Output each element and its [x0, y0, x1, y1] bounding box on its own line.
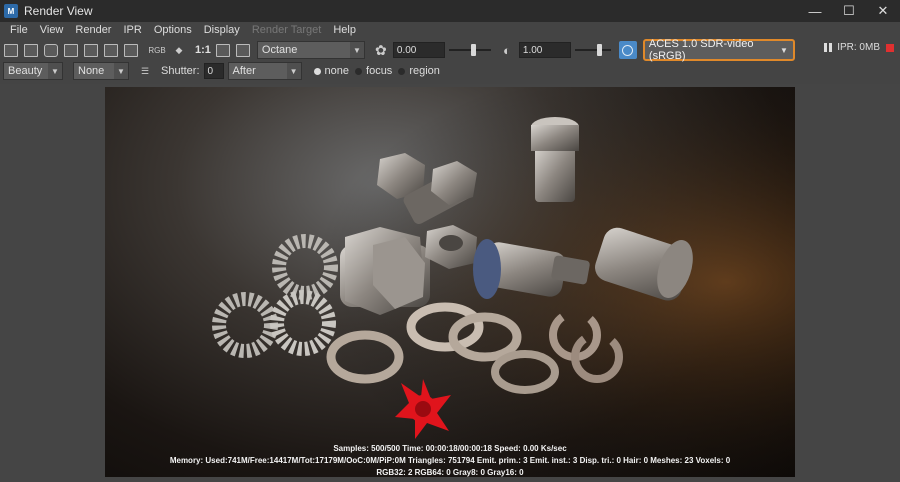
chevron-down-icon: ▼ — [114, 63, 128, 79]
exposure-slider-track — [448, 49, 491, 51]
radio-region-label: region — [409, 65, 440, 77]
refresh-ipr-icon[interactable] — [83, 42, 99, 58]
render-image[interactable]: Samples: 500/500 Time: 00:00:18/00:00:18… — [105, 87, 795, 477]
colorspace-select[interactable]: ACES 1.0 SDR-video (sRGB) ▼ — [642, 38, 795, 62]
chevron-down-icon: ▼ — [48, 63, 62, 79]
render-sequence-icon[interactable] — [103, 42, 119, 58]
aperture-icon[interactable]: ✿ — [373, 42, 389, 58]
radio-region[interactable] — [398, 67, 406, 75]
toolbar: RGB ◆ 1:1 Octane ▼ ✿ 0.00 ◐ 1.00 ACES 1.… — [0, 38, 900, 62]
gamma-icon[interactable]: ◐ — [499, 42, 515, 58]
stats-samples: Samples: 500/500 Time: 00:00:18/00:00:18… — [333, 444, 567, 453]
shutter-label: Shutter: — [161, 65, 200, 77]
list-icon[interactable]: ☰ — [137, 63, 153, 79]
menu-help[interactable]: Help — [327, 24, 362, 36]
exposure-slider-thumb[interactable] — [470, 44, 476, 56]
renderer-value: Octane — [261, 44, 298, 56]
ipr-icon[interactable] — [123, 42, 139, 58]
close-button[interactable]: ✕ — [866, 0, 900, 22]
render-region-icon[interactable] — [23, 42, 39, 58]
shutter-mode-value: After — [232, 65, 256, 77]
render-scene — [105, 87, 795, 477]
menu-render[interactable]: Render — [69, 24, 117, 36]
radio-none[interactable] — [313, 67, 321, 75]
gamma-slider-track — [574, 49, 611, 51]
secondary-pass-select[interactable]: None ▼ — [73, 62, 129, 80]
redo-render-icon[interactable] — [3, 42, 19, 58]
menu-render-target[interactable]: Render Target — [246, 24, 328, 36]
bolt-standing — [531, 117, 579, 202]
radio-none-label: none — [324, 65, 350, 77]
menu-ipr[interactable]: IPR — [117, 24, 147, 36]
shutter-mode-select[interactable]: After ▼ — [227, 62, 302, 80]
menu-display[interactable]: Display — [198, 24, 246, 36]
radio-focus-label: focus — [366, 65, 393, 77]
menu-options[interactable]: Options — [148, 24, 198, 36]
exposure-slider[interactable] — [448, 42, 491, 58]
stats-memory: Memory: Used:741M/Free:14417M/Tot:17179M… — [169, 456, 731, 465]
menu-view[interactable]: View — [34, 24, 70, 36]
window-title: Render View — [24, 4, 93, 18]
radio-focus[interactable] — [355, 67, 363, 75]
title-bar: M Render View — ☐ ✕ — [0, 0, 900, 22]
stop-icon[interactable] — [886, 43, 894, 52]
chevron-down-icon: ▼ — [349, 42, 364, 58]
chevron-down-icon: ▼ — [286, 63, 301, 79]
exposure-field[interactable]: 0.00 — [392, 42, 445, 58]
alpha-channel-icon[interactable]: ◆ — [171, 42, 187, 58]
rgb-channel-icon[interactable]: RGB — [147, 42, 167, 58]
gamma-field[interactable]: 1.00 — [518, 42, 571, 58]
shutter-field[interactable]: 0 — [203, 63, 224, 79]
ipr-status: IPR: 0MB — [824, 42, 894, 53]
colorspace-value: ACES 1.0 SDR-video (sRGB) — [648, 38, 754, 62]
maya-icon: M — [4, 4, 18, 18]
toolbar-secondary: Beauty ▼ None ▼ ☰ Shutter: 0 After ▼ non… — [0, 62, 900, 80]
ipr-render-icon[interactable] — [63, 42, 79, 58]
gamma-slider[interactable] — [574, 42, 611, 58]
menu-bar: File View Render IPR Options Display Ren… — [0, 22, 900, 38]
real-size-button[interactable]: 1:1 — [195, 44, 211, 56]
chevron-down-icon: ▼ — [779, 45, 788, 55]
minimize-button[interactable]: — — [798, 0, 832, 22]
frame-region-icon[interactable] — [235, 42, 251, 58]
render-canvas-area: Samples: 500/500 Time: 00:00:18/00:00:18… — [0, 84, 900, 482]
menu-file[interactable]: File — [4, 24, 34, 36]
snapshot-icon[interactable] — [43, 42, 59, 58]
large-bolt — [340, 227, 430, 315]
maximize-button[interactable]: ☐ — [832, 0, 866, 22]
renderer-select[interactable]: Octane ▼ — [256, 41, 365, 59]
ipr-memory-label: IPR: 0MB — [837, 42, 880, 53]
render-pass-select[interactable]: Beauty ▼ — [3, 62, 63, 80]
stats-textures: RGB32: 2 RGB64: 0 Gray8: 0 Gray16: 0 — [376, 468, 524, 477]
secondary-pass-value: None — [78, 65, 105, 77]
frame-image-icon[interactable] — [215, 42, 231, 58]
gamma-slider-thumb[interactable] — [596, 44, 602, 56]
render-pass-value: Beauty — [8, 65, 43, 77]
color-management-icon[interactable] — [618, 41, 637, 59]
pause-icon[interactable] — [824, 43, 833, 52]
